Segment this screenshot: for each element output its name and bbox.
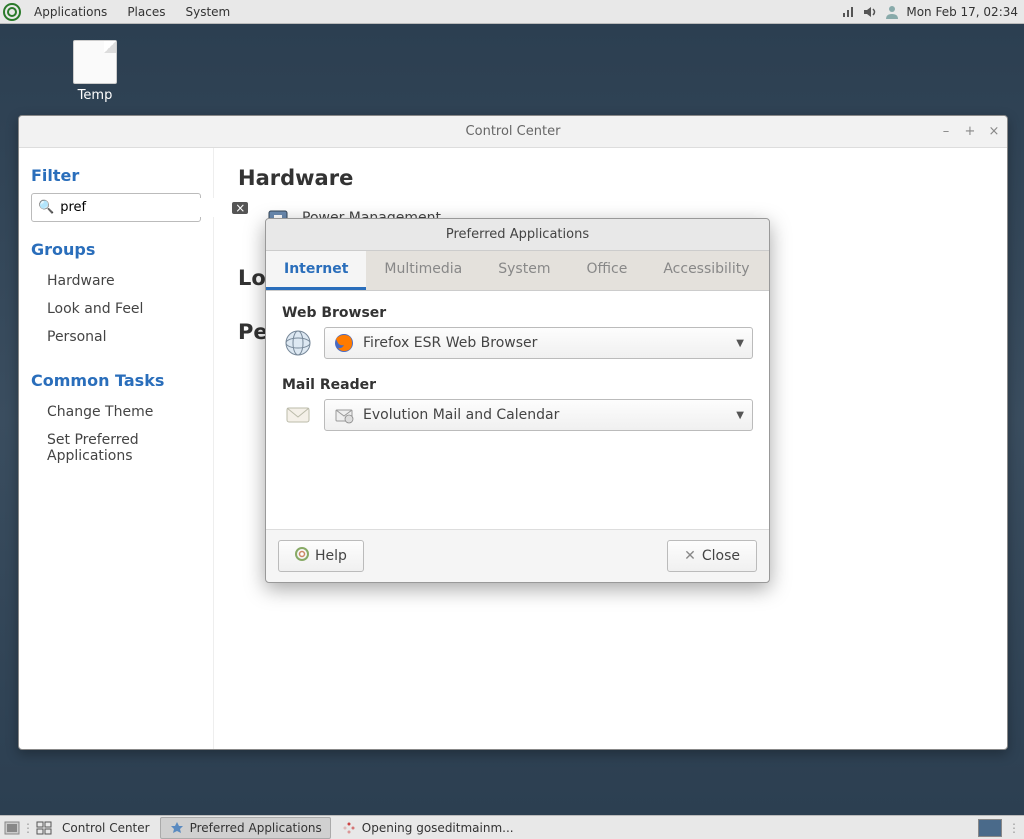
network-icon[interactable] — [840, 4, 856, 20]
evolution-icon — [333, 404, 355, 426]
taskbar-item-preferred-apps[interactable]: Preferred Applications — [160, 817, 331, 839]
user-icon[interactable] — [884, 4, 900, 20]
places-menu[interactable]: Places — [117, 0, 175, 24]
workspace-switcher[interactable] — [978, 819, 1002, 837]
groups-heading: Groups — [31, 240, 201, 259]
window-titlebar[interactable]: Control Center – + × — [19, 116, 1007, 148]
dropdown-value: Firefox ESR Web Browser — [363, 335, 537, 351]
search-input[interactable] — [58, 198, 232, 217]
preferred-applications-dialog: Preferred Applications Internet Multimed… — [265, 218, 770, 583]
window-title: Control Center — [466, 124, 561, 139]
applications-menu[interactable]: Applications — [24, 0, 117, 24]
taskbar-label: Control Center — [62, 821, 150, 835]
firefox-icon — [333, 332, 355, 354]
sidebar-item-look-and-feel[interactable]: Look and Feel — [31, 295, 201, 323]
help-button-label: Help — [315, 548, 347, 564]
chevron-down-icon: ▼ — [736, 338, 744, 349]
mail-reader-label: Mail Reader — [282, 377, 753, 393]
panel-separator: ⋮ — [22, 821, 34, 835]
help-icon — [295, 547, 309, 565]
top-panel: Applications Places System Mon Feb 17, 0… — [0, 0, 1024, 24]
distro-logo-icon[interactable] — [0, 0, 24, 24]
search-icon: 🔍 — [38, 200, 54, 215]
tab-multimedia[interactable]: Multimedia — [366, 251, 480, 290]
search-box[interactable]: 🔍 × — [31, 193, 201, 222]
envelope-icon — [282, 399, 314, 431]
panel-separator: ⋮ — [1008, 821, 1020, 835]
tab-accessibility[interactable]: Accessibility — [645, 251, 767, 290]
maximize-button[interactable]: + — [963, 124, 977, 139]
sidebar-item-change-theme[interactable]: Change Theme — [31, 398, 201, 426]
bottom-panel: ⋮ Control Center Preferred Applications … — [0, 815, 1024, 839]
sidebar-item-hardware[interactable]: Hardware — [31, 267, 201, 295]
taskbar-item-opening[interactable]: Opening goseditmainm... — [333, 818, 522, 838]
tab-system[interactable]: System — [480, 251, 568, 290]
mail-reader-dropdown[interactable]: Evolution Mail and Calendar ▼ — [324, 399, 753, 431]
preferences-icon — [169, 820, 185, 836]
volume-icon[interactable] — [862, 4, 878, 20]
file-icon — [73, 40, 117, 84]
sidebar-item-set-preferred-apps[interactable]: Set Preferred Applications — [31, 426, 201, 470]
web-browser-dropdown[interactable]: Firefox ESR Web Browser ▼ — [324, 327, 753, 359]
web-browser-label: Web Browser — [282, 305, 753, 321]
sidebar: Filter 🔍 × Groups Hardware Look and Feel… — [19, 148, 214, 749]
loading-icon — [341, 820, 357, 836]
show-desktop-icon[interactable] — [4, 820, 20, 836]
common-tasks-heading: Common Tasks — [31, 371, 201, 390]
dialog-tabs: Internet Multimedia System Office Access… — [266, 251, 769, 291]
desktop-icon-temp[interactable]: Temp — [60, 40, 130, 103]
taskbar-label: Opening goseditmainm... — [362, 821, 514, 835]
taskbar-item-control-center[interactable]: Control Center — [54, 819, 158, 837]
globe-icon — [282, 327, 314, 359]
dropdown-value: Evolution Mail and Calendar — [363, 407, 559, 423]
tab-office[interactable]: Office — [568, 251, 645, 290]
taskbar-label: Preferred Applications — [190, 821, 322, 835]
close-button[interactable]: × — [987, 124, 1001, 139]
dialog-title: Preferred Applications — [446, 227, 589, 242]
system-menu[interactable]: System — [175, 0, 240, 24]
desktop-icon-label: Temp — [60, 88, 130, 103]
help-button[interactable]: Help — [278, 540, 364, 572]
chevron-down-icon: ▼ — [736, 410, 744, 421]
close-button[interactable]: ✕ Close — [667, 540, 757, 572]
tab-internet[interactable]: Internet — [266, 251, 366, 290]
category-hardware-heading: Hardware — [238, 166, 983, 190]
clock[interactable]: Mon Feb 17, 02:34 — [906, 5, 1018, 19]
close-icon: ✕ — [684, 548, 696, 564]
window-list-icon[interactable] — [36, 820, 52, 836]
minimize-button[interactable]: – — [939, 124, 953, 139]
filter-heading: Filter — [31, 166, 201, 185]
sidebar-item-personal[interactable]: Personal — [31, 323, 201, 351]
close-button-label: Close — [702, 548, 740, 564]
dialog-titlebar[interactable]: Preferred Applications — [266, 219, 769, 251]
